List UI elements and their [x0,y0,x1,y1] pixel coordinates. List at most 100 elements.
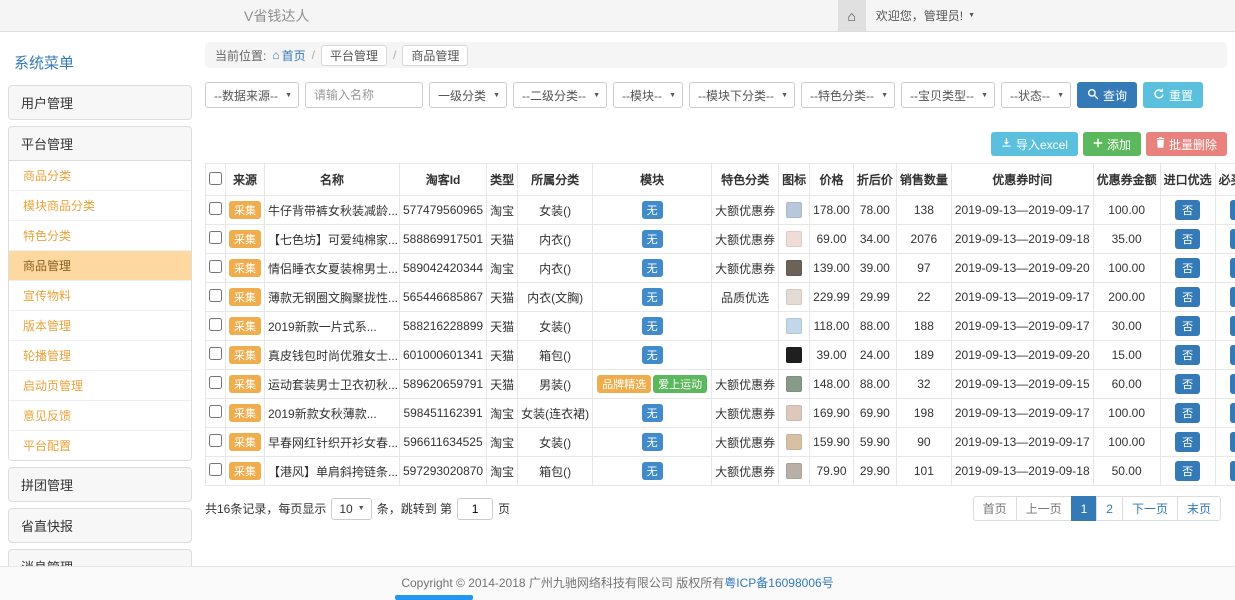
page-size-select[interactable]: 10 ▼ [331,498,371,520]
import-select-toggle[interactable]: 否 [1175,374,1200,394]
import-select-toggle[interactable]: 否 [1175,461,1200,481]
must-buy-toggle[interactable]: 否 [1230,200,1235,220]
import-select-toggle[interactable]: 否 [1175,316,1200,336]
product-name: 2019新款一片式系... [265,312,400,341]
page-button[interactable]: 上一页 [1016,496,1072,521]
breadcrumb-prefix: 当前位置: [215,47,266,64]
sidebar-item[interactable]: 商品分类 [9,161,191,191]
breadcrumb-home-link[interactable]: ⌂ 首页 [272,47,305,64]
page-button[interactable]: 末页 [1177,496,1221,521]
import-select-toggle[interactable]: 否 [1175,200,1200,220]
row-checkbox[interactable] [209,231,222,244]
page-button[interactable]: 下一页 [1122,496,1178,521]
import-select-toggle[interactable]: 否 [1175,229,1200,249]
column-header: 进口优选 [1160,164,1215,196]
sidebar-group-label[interactable]: 用户管理 [9,86,191,119]
must-buy-toggle[interactable]: 否 [1230,229,1235,249]
table-toolbar: 导入excel 添加 批量删除 [205,132,1227,156]
product-type: 淘宝 [487,428,518,457]
must-buy-cell: 否 [1215,312,1235,341]
must-buy-toggle[interactable]: 否 [1230,258,1235,278]
product-category: 内衣() [518,225,593,254]
import-select-toggle[interactable]: 否 [1175,287,1200,307]
product-category: 女装() [518,312,593,341]
filter-select-0[interactable]: 一级分类▼ [429,82,507,108]
icp-link[interactable]: 粤ICP备16098006号 [724,576,833,590]
sidebar-item[interactable]: 商品管理 [9,251,191,281]
filter-select-2[interactable]: --模块--▼ [613,82,683,108]
product-category: 箱包() [518,341,593,370]
page-button[interactable]: 首页 [973,496,1017,521]
coupon-amount: 100.00 [1093,399,1160,428]
home-nav-button[interactable]: ⌂ [838,0,866,31]
row-checkbox[interactable] [209,318,222,331]
sidebar-item[interactable]: 特色分类 [9,221,191,251]
page-button[interactable]: 1 [1071,496,1098,521]
product-type: 淘宝 [487,457,518,486]
coupon-amount: 60.00 [1093,370,1160,399]
sidebar-group-label[interactable]: 省直快报 [9,509,191,542]
filter-select-6[interactable]: --状态--▼ [1001,82,1071,108]
price: 159.90 [810,428,854,457]
sidebar-item[interactable]: 版本管理 [9,311,191,341]
page-number-input[interactable] [457,498,493,520]
coupon-time: 2019-09-13—2019-09-17 [951,399,1093,428]
must-buy-toggle[interactable]: 否 [1230,345,1235,365]
row-checkbox[interactable] [209,202,222,215]
page-button[interactable]: 2 [1096,496,1123,521]
must-buy-toggle[interactable]: 否 [1230,316,1235,336]
batch-delete-button[interactable]: 批量删除 [1146,132,1227,156]
sidebar-item[interactable]: 轮播管理 [9,341,191,371]
sidebar-item[interactable]: 宣传物料 [9,281,191,311]
icon-cell [779,312,810,341]
must-buy-toggle[interactable]: 否 [1230,403,1235,423]
import-select-toggle[interactable]: 否 [1175,403,1200,423]
taoke-id: 588216228899 [400,312,487,341]
row-checkbox[interactable] [209,405,222,418]
select-all-checkbox[interactable] [209,172,222,185]
filter-select-1[interactable]: --二级分类--▼ [513,82,607,108]
featured-category: 品质优选 [712,283,779,312]
product-thumbnail [786,231,802,247]
row-checkbox[interactable] [209,347,222,360]
row-checkbox[interactable] [209,463,222,476]
sidebar-group-label[interactable]: 平台管理 [9,127,191,160]
pagination: 首页上一页12下一页末页 [973,496,1221,521]
row-checkbox[interactable] [209,376,222,389]
must-buy-cell: 否 [1215,341,1235,370]
source-cell: 采集 [226,196,265,225]
filter-select-5[interactable]: --宝贝类型--▼ [901,82,995,108]
records-total-text: 共16条记录，每页显示 [205,500,326,517]
sidebar-item[interactable]: 意见反馈 [9,401,191,431]
must-buy-toggle[interactable]: 否 [1230,461,1235,481]
must-buy-toggle[interactable]: 否 [1230,374,1235,394]
name-search-input[interactable] [305,82,423,108]
breadcrumb-item-platform[interactable]: 平台管理 [321,45,387,66]
must-buy-toggle[interactable]: 否 [1230,432,1235,452]
must-buy-toggle[interactable]: 否 [1230,287,1235,307]
filter-select-4[interactable]: --特色分类--▼ [801,82,895,108]
row-checkbox[interactable] [209,260,222,273]
filter-select-3[interactable]: --模块下分类--▼ [689,82,795,108]
import-excel-button[interactable]: 导入excel [991,132,1078,156]
search-button[interactable]: 查询 [1077,82,1137,108]
add-button[interactable]: 添加 [1083,132,1141,156]
row-checkbox[interactable] [209,434,222,447]
row-checkbox[interactable] [209,289,222,302]
sidebar-item[interactable]: 启动页管理 [9,371,191,401]
data-source-select[interactable]: --数据来源--▼ [205,82,299,108]
user-menu[interactable]: 欢迎您，管理员! ▼ [866,0,985,31]
select-value: --特色分类-- [810,87,874,104]
column-header: 类型 [487,164,518,196]
sidebar-item[interactable]: 模块商品分类 [9,191,191,221]
import-select-toggle[interactable]: 否 [1175,258,1200,278]
reset-button[interactable]: 重置 [1143,82,1203,108]
source-badge: 采集 [229,317,261,335]
horizontal-scrollbar-thumb[interactable] [395,595,473,600]
sidebar-item[interactable]: 平台配置 [9,431,191,460]
sidebar-group-label[interactable]: 拼团管理 [9,468,191,501]
taoke-id: 601000601341 [400,341,487,370]
import-select-toggle[interactable]: 否 [1175,345,1200,365]
select-value: 一级分类 [438,87,486,104]
import-select-toggle[interactable]: 否 [1175,432,1200,452]
